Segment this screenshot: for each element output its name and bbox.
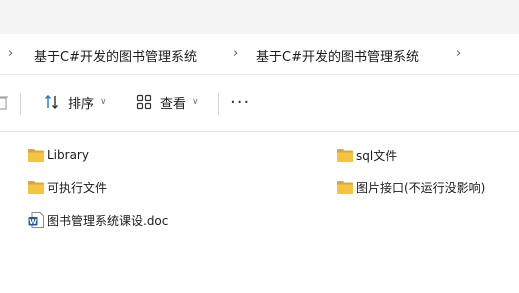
file-list: Library sql文件 可执行文件 图片接口(不运行没影响) W 图书管理系…	[0, 132, 519, 293]
file-name: 图片接口(不运行没影响)	[356, 180, 486, 195]
file-name: 图书管理系统课设.doc	[47, 213, 169, 228]
file-item-sql[interactable]: sql文件	[337, 146, 397, 164]
breadcrumb-item-parent[interactable]: 基于C#开发的图书管理系统	[34, 46, 197, 65]
folder-icon	[337, 149, 353, 162]
breadcrumb-item-current[interactable]: 基于C#开发的图书管理系统	[256, 46, 419, 65]
folder-icon	[28, 181, 44, 194]
file-item-doc[interactable]: W 图书管理系统课设.doc	[28, 211, 168, 229]
file-name: sql文件	[356, 148, 398, 163]
delete-icon[interactable]	[0, 94, 8, 110]
command-bar: 排序 ∨ 查看 ∨ ...	[0, 75, 519, 132]
file-item-image-interface[interactable]: 图片接口(不运行没影响)	[337, 178, 485, 196]
title-bar	[0, 0, 519, 34]
folder-icon	[337, 181, 353, 194]
chevron-down-icon: ∨	[192, 97, 199, 107]
chevron-right-icon[interactable]: ›	[456, 46, 461, 61]
folder-icon	[28, 149, 44, 162]
toolbar-divider	[218, 93, 219, 115]
chevron-down-icon: ∨	[100, 97, 107, 107]
sort-label: 排序	[68, 96, 95, 112]
chevron-right-icon[interactable]: ›	[233, 46, 238, 61]
svg-text:W: W	[29, 218, 37, 226]
word-document-icon: W	[28, 212, 44, 228]
view-button[interactable]: 查看 ∨	[136, 90, 199, 114]
chevron-right-icon[interactable]: ›	[8, 46, 13, 61]
file-name: 可执行文件	[47, 180, 108, 195]
address-bar[interactable]: › 基于C#开发的图书管理系统 › 基于C#开发的图书管理系统 ›	[0, 34, 519, 75]
toolbar-divider	[20, 93, 21, 115]
file-name: Library	[47, 148, 89, 162]
file-item-executables[interactable]: 可执行文件	[28, 178, 107, 196]
file-item-library[interactable]: Library	[28, 146, 89, 164]
sort-button[interactable]: 排序 ∨	[44, 90, 107, 114]
sort-icon	[45, 95, 58, 109]
more-options-button[interactable]: ...	[230, 87, 250, 108]
view-label: 查看	[160, 96, 187, 112]
view-grid-icon	[136, 94, 152, 110]
